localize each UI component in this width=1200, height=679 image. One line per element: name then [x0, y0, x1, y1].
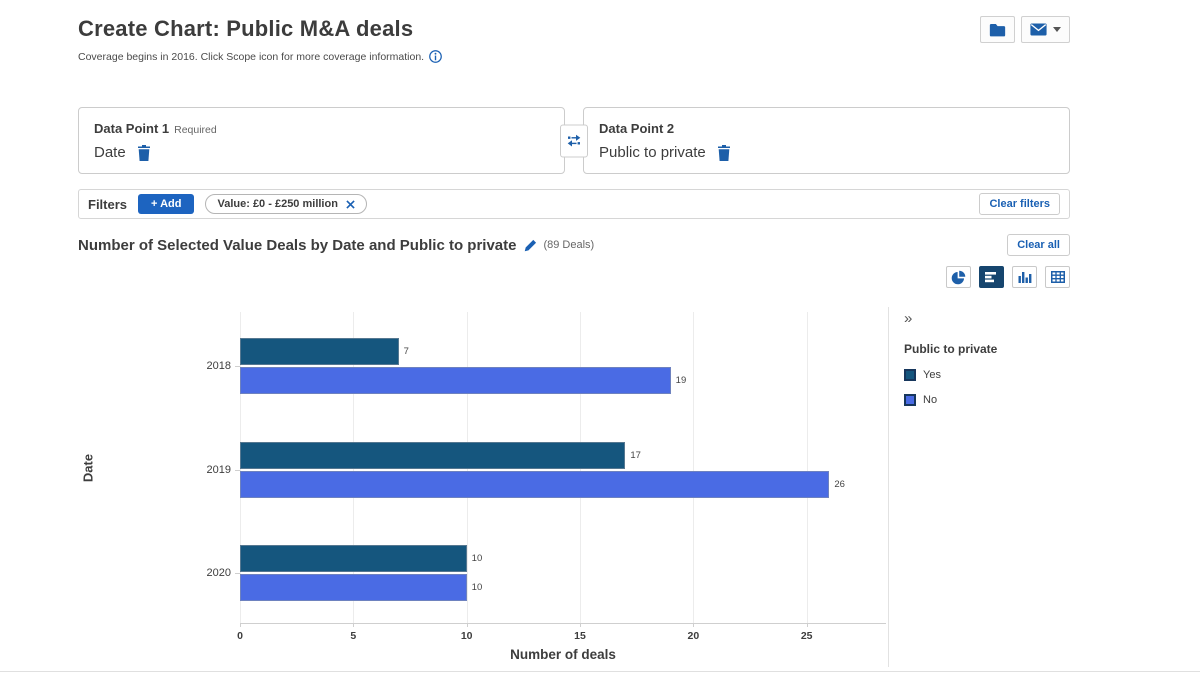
x-axis-tick	[580, 623, 581, 627]
chart-header-row: Number of Selected Value Deals by Date a…	[78, 234, 1070, 256]
trash-icon[interactable]	[717, 145, 731, 161]
chart-bar[interactable]	[240, 442, 625, 469]
coverage-note-text: Coverage begins in 2016. Click Scope ico…	[78, 51, 424, 63]
y-axis-category-label: 2020	[207, 567, 231, 579]
legend-swatch	[904, 369, 916, 381]
chart-bar[interactable]	[240, 338, 399, 365]
x-axis-tick-label: 10	[461, 630, 473, 642]
y-axis-label: Date	[81, 454, 96, 482]
filters-bar: Filters + Add Value: £0 - £250 million C…	[78, 189, 1070, 219]
pencil-icon	[524, 239, 537, 252]
chart-section: Date 051015202520187192019172620201010 N…	[78, 307, 1070, 679]
y-axis-category-label: 2018	[207, 360, 231, 372]
x-axis-tick	[807, 623, 808, 627]
bar-value-label: 19	[676, 367, 687, 394]
caret-down-icon	[1053, 27, 1061, 32]
chart-type-switcher	[78, 266, 1070, 288]
x-axis-tick	[693, 623, 694, 627]
chart-bar[interactable]	[240, 471, 829, 498]
clear-filters-button[interactable]: Clear filters	[979, 193, 1060, 215]
x-axis-tick-label: 5	[350, 630, 356, 642]
bar-value-label: 7	[404, 338, 409, 365]
chart-bar[interactable]	[240, 545, 467, 572]
legend-item-yes[interactable]: Yes	[904, 369, 1070, 381]
x-axis-tick-label: 0	[237, 630, 243, 642]
chart-bar[interactable]	[240, 367, 671, 394]
x-axis-tick-label: 25	[801, 630, 813, 642]
legend-title: Public to private	[904, 342, 1070, 356]
data-point-1-required: Required	[174, 124, 217, 136]
column-chart-icon[interactable]	[1012, 266, 1037, 288]
info-icon[interactable]	[429, 50, 442, 63]
bar-value-label: 10	[472, 545, 483, 572]
bottom-divider	[0, 671, 1200, 672]
folder-icon	[989, 23, 1006, 37]
page-header: Create Chart: Public M&A deals	[78, 16, 1070, 43]
x-axis-tick-label: 15	[574, 630, 586, 642]
swap-wrap	[565, 107, 583, 174]
swap-arrows-icon	[566, 134, 582, 148]
main-content: Create Chart: Public M&A deals Coverage …	[78, 0, 1070, 679]
y-axis-category-label: 2019	[207, 464, 231, 476]
add-filter-button[interactable]: + Add	[138, 194, 194, 214]
pie-chart-icon[interactable]	[946, 266, 971, 288]
clear-all-button[interactable]: Clear all	[1007, 234, 1070, 256]
x-axis-tick	[467, 623, 468, 627]
bar-value-label: 10	[472, 574, 483, 601]
legend-item-label: Yes	[923, 369, 941, 381]
data-point-1-label: Data Point 1	[94, 121, 169, 136]
data-point-2-box[interactable]: Data Point 2 Public to private	[583, 107, 1070, 174]
chart-gridline	[693, 312, 694, 623]
plot-area: 051015202520187192019172620201010	[240, 312, 886, 624]
coverage-note: Coverage begins in 2016. Click Scope ico…	[78, 50, 1070, 63]
legend-swatch	[904, 394, 916, 406]
chart-title: Number of Selected Value Deals by Date a…	[78, 237, 516, 254]
legend-item-no[interactable]: No	[904, 394, 1070, 406]
legend-items: Yes No	[904, 369, 1070, 406]
horizontal-bar-chart-icon[interactable]	[979, 266, 1004, 288]
data-point-1-value: Date	[94, 144, 126, 161]
x-axis-label: Number of deals	[240, 647, 886, 662]
table-icon[interactable]	[1045, 266, 1070, 288]
x-axis-tick	[240, 623, 241, 627]
data-point-2-value: Public to private	[599, 144, 706, 161]
bar-value-label: 17	[630, 442, 641, 469]
header-actions	[980, 16, 1070, 43]
page-title: Create Chart: Public M&A deals	[78, 16, 413, 42]
chart-bar[interactable]	[240, 574, 467, 601]
data-point-2-header: Data Point 2	[599, 120, 1054, 138]
x-axis-tick-label: 20	[687, 630, 699, 642]
chart-legend: » Public to private Yes No	[888, 307, 1070, 667]
data-point-2-label: Data Point 2	[599, 121, 674, 136]
filter-chip-value[interactable]: Value: £0 - £250 million	[205, 194, 366, 214]
chart-gridline	[807, 312, 808, 623]
trash-icon[interactable]	[137, 145, 151, 161]
filters-label: Filters	[88, 197, 127, 212]
mail-icon	[1030, 23, 1047, 36]
save-to-folder-button[interactable]	[980, 16, 1015, 43]
data-points-row: Data Point 1 Required Date Data Point 2 P…	[78, 107, 1070, 174]
bar-value-label: 26	[834, 471, 845, 498]
chevrons-right-icon[interactable]: »	[904, 311, 1070, 326]
data-point-1-header: Data Point 1 Required	[94, 120, 549, 138]
deals-count: (89 Deals)	[543, 239, 594, 251]
x-axis-tick	[353, 623, 354, 627]
close-icon[interactable]	[346, 200, 355, 209]
swap-data-points-button[interactable]	[560, 124, 588, 157]
legend-item-label: No	[923, 394, 937, 406]
edit-title-button[interactable]	[524, 239, 537, 252]
data-point-1-box[interactable]: Data Point 1 Required Date	[78, 107, 565, 174]
filter-chip-label: Value: £0 - £250 million	[217, 198, 337, 210]
email-button[interactable]	[1021, 16, 1070, 43]
